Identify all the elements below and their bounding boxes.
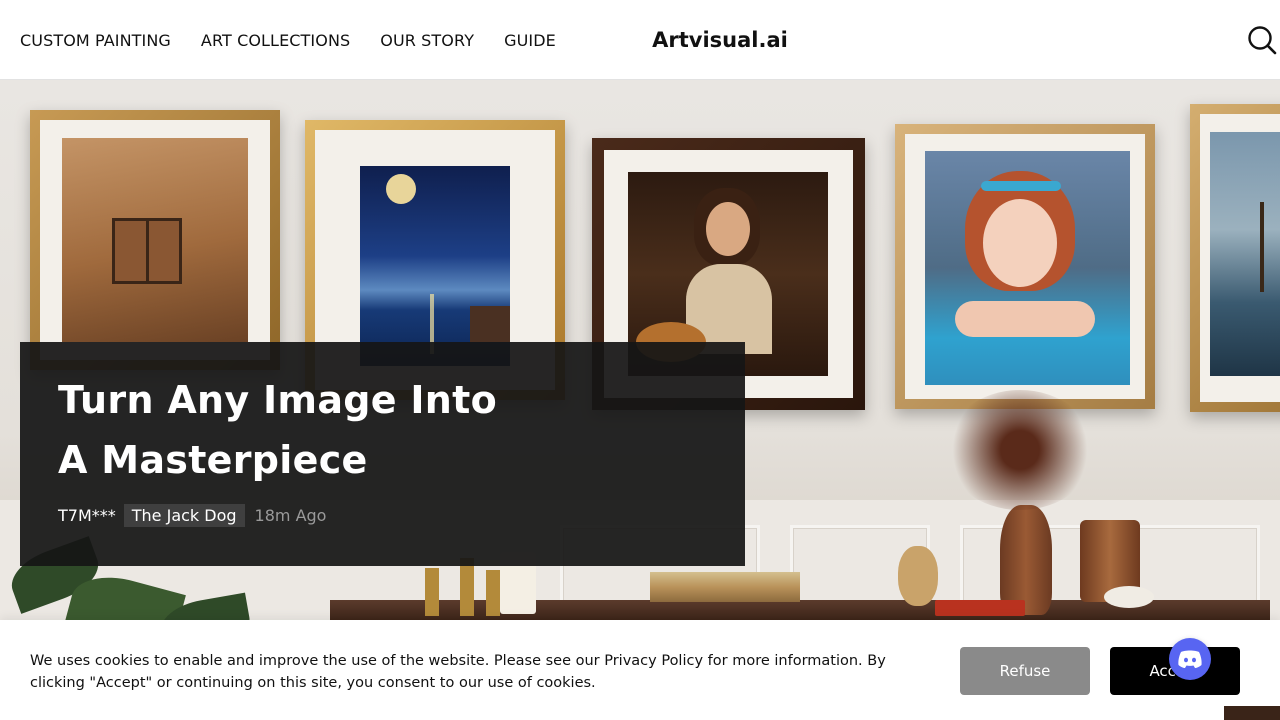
book — [935, 600, 1025, 616]
candle-holder — [460, 558, 474, 616]
hero-title: Turn Any Image Into A Masterpiece — [58, 370, 658, 490]
discord-icon — [1178, 650, 1202, 668]
cookie-banner: We uses cookies to enable and improve th… — [0, 620, 1280, 720]
hero-meta: T7M*** The Jack Dog 18m Ago — [58, 504, 326, 527]
candle-holder — [425, 568, 439, 616]
hero-title-line-1: Turn Any Image Into — [58, 378, 498, 422]
search-icon[interactable] — [1246, 24, 1278, 56]
nav-custom-painting[interactable]: CUSTOM PAINTING — [20, 31, 171, 50]
discord-button[interactable] — [1169, 638, 1211, 680]
nav-guide[interactable]: GUIDE — [504, 31, 556, 50]
site-header: CUSTOM PAINTING ART COLLECTIONS OUR STOR… — [0, 0, 1280, 80]
refuse-button[interactable]: Refuse — [960, 647, 1090, 695]
figurine — [898, 546, 938, 606]
framed-painting — [30, 110, 280, 370]
site-logo[interactable]: Artvisual.ai — [652, 28, 788, 52]
hero-overlay-card: Turn Any Image Into A Masterpiece T7M***… — [20, 342, 745, 566]
order-tag[interactable]: The Jack Dog — [123, 504, 245, 527]
main-nav: CUSTOM PAINTING ART COLLECTIONS OUR STOR… — [20, 0, 556, 80]
book-stack — [650, 572, 800, 602]
order-time: 18m Ago — [254, 506, 327, 525]
nav-our-story[interactable]: OUR STORY — [380, 31, 474, 50]
framed-painting — [895, 124, 1155, 409]
cookie-text: We uses cookies to enable and improve th… — [30, 653, 886, 691]
corner-image-peek — [1224, 706, 1280, 720]
framed-painting — [1190, 104, 1280, 412]
vase — [1000, 505, 1052, 615]
shell — [1104, 586, 1154, 608]
hero-title-line-2: A Masterpiece — [58, 438, 368, 482]
order-user: T7M*** — [58, 506, 116, 525]
nav-art-collections[interactable]: ART COLLECTIONS — [201, 31, 350, 50]
dried-branches — [945, 390, 1095, 510]
candle-holder — [486, 570, 500, 616]
